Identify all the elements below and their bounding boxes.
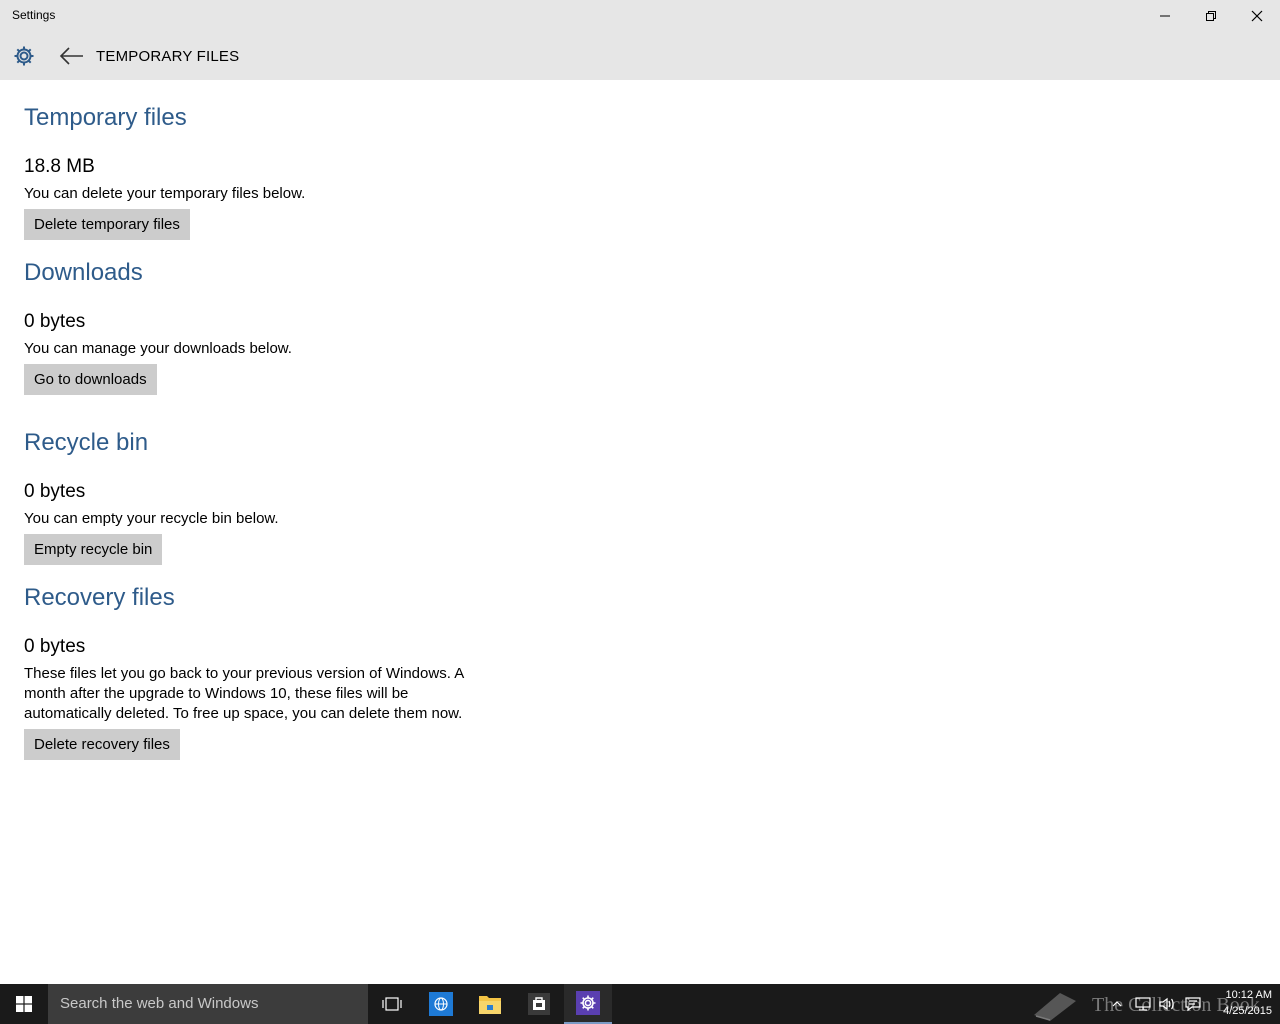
close-button[interactable] xyxy=(1234,0,1280,32)
taskbar-browser[interactable] xyxy=(417,984,465,1024)
restore-icon xyxy=(1206,11,1216,21)
book-logo-icon xyxy=(1034,993,1076,1021)
browser-icon xyxy=(429,992,453,1016)
taskbar-file-explorer[interactable] xyxy=(466,984,514,1024)
taskbar-search-box[interactable]: Search the web and Windows xyxy=(48,984,368,1024)
taskbar: Search the web and Windows The Collectio… xyxy=(0,984,1280,1024)
gear-icon xyxy=(14,46,34,66)
minimize-button[interactable] xyxy=(1142,0,1188,32)
empty-recycle-bin-button[interactable]: Empty recycle bin xyxy=(24,534,163,565)
store-icon xyxy=(528,993,550,1015)
recycle-bin-description: You can empty your recycle bin below. xyxy=(24,510,279,527)
section-title-downloads: Downloads xyxy=(24,259,143,286)
title-bar: Settings xyxy=(0,0,1280,32)
section-title-recovery-files: Recovery files xyxy=(24,584,175,611)
windows-logo-icon xyxy=(16,996,32,1012)
action-center-icon xyxy=(1185,997,1201,1012)
page-title: TEMPORARY FILES xyxy=(96,48,240,65)
section-title-temporary-files: Temporary files xyxy=(24,104,187,131)
recovery-files-size: 0 bytes xyxy=(24,636,86,657)
taskbar-store[interactable] xyxy=(515,984,563,1024)
restore-button[interactable] xyxy=(1188,0,1234,32)
back-button[interactable] xyxy=(58,44,86,68)
recovery-files-description: These files let you go back to your prev… xyxy=(24,664,464,724)
show-hidden-icons-button[interactable] xyxy=(1108,984,1126,1024)
network-icon xyxy=(1135,997,1151,1011)
delete-temporary-files-button[interactable]: Delete temporary files xyxy=(24,209,190,240)
task-view-icon xyxy=(382,997,402,1011)
recovery-description-line: automatically deleted. To free up space,… xyxy=(24,705,463,722)
search-placeholder: Search the web and Windows xyxy=(60,995,259,1012)
settings-icon xyxy=(576,991,600,1015)
action-center-button[interactable] xyxy=(1182,984,1204,1024)
start-button[interactable] xyxy=(0,984,48,1024)
settings-home-button[interactable] xyxy=(12,44,36,68)
downloads-description: You can manage your downloads below. xyxy=(24,340,292,357)
task-view-button[interactable] xyxy=(368,984,416,1024)
recovery-description-line: month after the upgrade to Windows 10, t… xyxy=(24,685,409,702)
section-title-recycle-bin: Recycle bin xyxy=(24,429,149,456)
file-explorer-icon xyxy=(479,996,501,1014)
clock-date: 4/25/2015 xyxy=(1223,1005,1272,1017)
downloads-size: 0 bytes xyxy=(24,311,86,332)
app-header: TEMPORARY FILES xyxy=(0,32,1280,80)
minimize-icon xyxy=(1160,15,1170,17)
volume-button[interactable] xyxy=(1156,984,1178,1024)
temporary-files-description: You can delete your temporary files belo… xyxy=(24,185,306,202)
chevron-up-icon xyxy=(1112,1001,1122,1007)
temporary-files-size: 18.8 MB xyxy=(24,156,95,177)
taskbar-settings[interactable] xyxy=(564,984,612,1024)
clock-time: 10:12 AM xyxy=(1225,989,1272,1001)
window-title: Settings xyxy=(12,8,56,22)
go-to-downloads-button[interactable]: Go to downloads xyxy=(24,364,157,395)
delete-recovery-files-button[interactable]: Delete recovery files xyxy=(24,729,180,760)
volume-icon xyxy=(1159,997,1174,1011)
network-button[interactable] xyxy=(1132,984,1154,1024)
system-clock[interactable]: 10:12 AM 4/25/2015 xyxy=(1206,987,1272,1019)
close-icon xyxy=(1251,10,1263,22)
back-arrow-icon xyxy=(59,47,83,65)
recovery-description-line: These files let you go back to your prev… xyxy=(24,665,465,682)
recycle-bin-size: 0 bytes xyxy=(24,481,86,502)
